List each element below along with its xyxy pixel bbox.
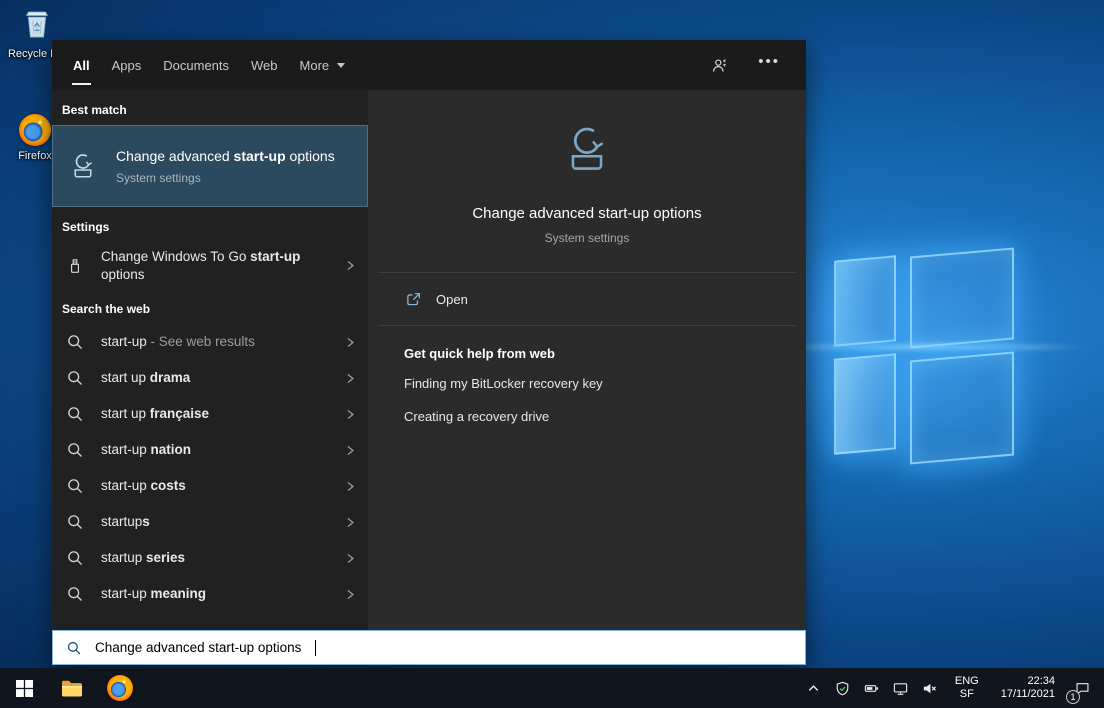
preview-title: Change advanced start-up options [472, 205, 701, 222]
row-label: start up française [101, 405, 209, 423]
settings-header: Settings [52, 207, 368, 242]
search-flyout: AllAppsDocumentsWebMore ••• Best match [52, 40, 806, 665]
chevron-right-icon [345, 481, 356, 492]
chevron-right-icon [345, 589, 356, 600]
row-label: start-up nation [101, 441, 191, 459]
tab-apps[interactable]: Apps [101, 40, 153, 90]
recovery-icon-large [558, 120, 616, 178]
best-match-result[interactable]: Change advanced start-up options System … [52, 125, 368, 207]
row-label: startups [101, 513, 150, 531]
preview-subtitle: System settings [545, 231, 630, 245]
taskbar-clock[interactable]: 22:34 17/11/2021 [990, 675, 1066, 701]
text-caret [315, 640, 316, 656]
chevron-down-icon [337, 63, 345, 68]
action-center-button[interactable]: 1 [1066, 668, 1104, 708]
usb-drive-icon [66, 257, 84, 275]
tab-web[interactable]: Web [240, 40, 289, 90]
row-label: start up drama [101, 369, 190, 387]
file-explorer-icon [60, 676, 84, 700]
search-input[interactable]: Change advanced start-up options [52, 630, 806, 665]
chevron-right-icon [345, 445, 356, 456]
search-icon [66, 369, 84, 387]
settings-result[interactable]: Change Windows To Go start-up options [52, 242, 368, 289]
help-link[interactable]: Finding my BitLocker recovery key [404, 367, 794, 400]
chevron-right-icon [345, 517, 356, 528]
chevron-right-icon [345, 409, 356, 420]
row-label: Change Windows To Go start-up options [101, 248, 337, 284]
battery-icon[interactable] [857, 668, 886, 708]
best-match-subtitle: System settings [116, 171, 335, 185]
web-suggestion[interactable]: start-up meaning [52, 576, 368, 612]
network-display-icon[interactable] [886, 668, 915, 708]
web-suggestion[interactable]: start-up nation [52, 432, 368, 468]
web-suggestion[interactable]: startup series [52, 540, 368, 576]
web-suggestion[interactable]: start up française [52, 396, 368, 432]
row-label: start-up - See web results [101, 333, 255, 351]
help-link[interactable]: Creating a recovery drive [404, 400, 794, 433]
file-explorer-button[interactable] [48, 668, 96, 708]
web-suggestion[interactable]: start up drama [52, 360, 368, 396]
system-tray: ENG SF 22:34 17/11/2021 1 [799, 668, 1104, 708]
search-icon [66, 640, 82, 656]
recycle-bin-icon [18, 6, 56, 44]
tab-more[interactable]: More [289, 40, 357, 90]
clock-time: 22:34 [1027, 675, 1055, 688]
best-match-title: Change advanced start-up options [116, 147, 335, 166]
clock-date: 17/11/2021 [1001, 688, 1055, 701]
user-icon[interactable] [711, 57, 728, 74]
results-column: Best match Change advanced start-up opti… [52, 90, 368, 630]
web-suggestion[interactable]: start-up costs [52, 468, 368, 504]
web-suggestion[interactable]: start-up - See web results [52, 324, 368, 360]
windows-logo-light [826, 238, 1026, 478]
firefox-icon [107, 675, 133, 701]
chevron-right-icon [345, 553, 356, 564]
best-match-header: Best match [52, 90, 368, 125]
search-tabs-bar: AllAppsDocumentsWebMore ••• [52, 40, 806, 90]
chevron-right-icon [345, 260, 356, 271]
start-icon [16, 680, 33, 697]
preview-pane: Change advanced start-up options System … [368, 90, 806, 630]
taskbar: ENG SF 22:34 17/11/2021 1 [0, 668, 1104, 708]
search-query-text: Change advanced start-up options [95, 640, 301, 655]
web-suggestion[interactable]: startups [52, 504, 368, 540]
open-action[interactable]: Open [368, 273, 806, 325]
quick-help-header: Get quick help from web [404, 346, 794, 361]
security-shield-icon[interactable] [828, 668, 857, 708]
search-icon [66, 405, 84, 423]
tab-all[interactable]: All [62, 40, 101, 90]
firefox-button[interactable] [96, 668, 144, 708]
tab-documents[interactable]: Documents [152, 40, 240, 90]
search-icon [66, 585, 84, 603]
start-button[interactable] [0, 668, 48, 708]
row-label: start-up costs [101, 477, 186, 495]
open-label: Open [436, 292, 468, 307]
open-external-icon [406, 292, 421, 307]
row-label: startup series [101, 549, 185, 567]
chevron-up-icon[interactable] [799, 668, 828, 708]
row-label: start-up meaning [101, 585, 206, 603]
chevron-right-icon [345, 373, 356, 384]
search-icon [66, 333, 84, 351]
language-indicator[interactable]: ENG SF [944, 675, 990, 701]
search-icon [66, 477, 84, 495]
volume-muted-icon[interactable] [915, 668, 944, 708]
ellipsis-icon[interactable]: ••• [758, 57, 780, 73]
web-header: Search the web [52, 289, 368, 324]
notification-badge: 1 [1066, 690, 1080, 704]
recovery-icon [67, 150, 99, 182]
search-icon [66, 441, 84, 459]
firefox-icon [19, 114, 51, 146]
chevron-right-icon [345, 337, 356, 348]
search-icon [66, 549, 84, 567]
search-icon [66, 513, 84, 531]
